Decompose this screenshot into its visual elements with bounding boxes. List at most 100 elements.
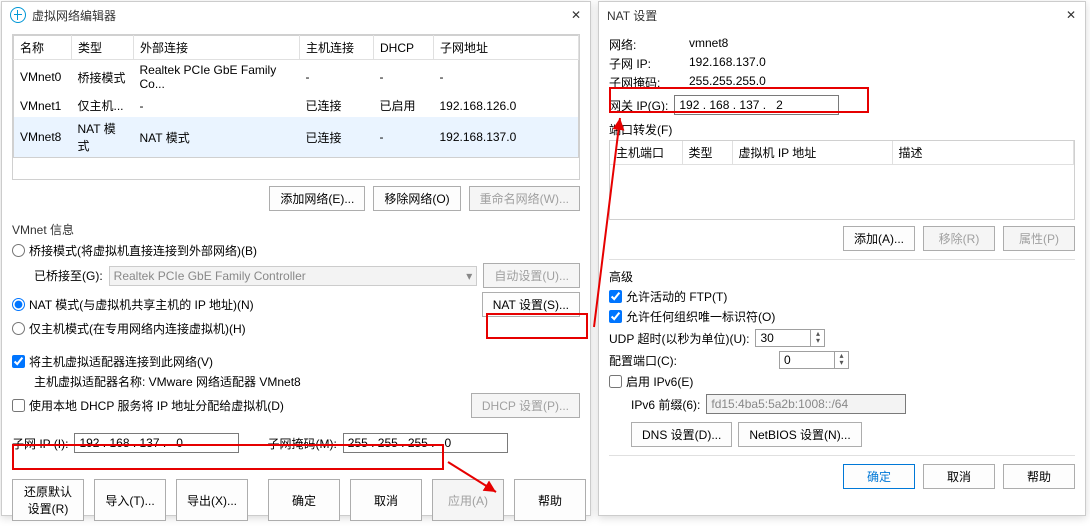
netbios-settings-button[interactable]: NetBIOS 设置(N)... <box>738 422 861 447</box>
host-adapter-checkbox[interactable] <box>12 355 25 368</box>
add-network-button[interactable]: 添加网络(E)... <box>269 186 365 211</box>
udp-timeout-spinner[interactable]: ▴▾ <box>755 329 825 347</box>
bridged-to-row: 已桥接至(G): Realtek PCIe GbE Family Control… <box>34 263 580 288</box>
dhcp-settings-button[interactable]: DHCP 设置(P)... <box>471 393 580 418</box>
table-row[interactable]: VMnet0 桥接模式 Realtek PCIe GbE Family Co..… <box>14 60 579 95</box>
ipv6-prefix-input[interactable] <box>706 394 906 414</box>
table-row[interactable]: VMnet8 NAT 模式 NAT 模式 已连接 - 192.168.137.0 <box>14 117 579 158</box>
nat-settings-button[interactable]: NAT 设置(S)... <box>482 292 580 317</box>
allow-oui-checkbox[interactable] <box>609 310 622 323</box>
config-port-spinner[interactable]: ▴▾ <box>779 351 849 369</box>
nat-radio-row: NAT 模式(与虚拟机共享主机的 IP 地址)(N) NAT 设置(S)... <box>12 292 580 317</box>
gateway-row: 网关 IP(G): <box>609 95 1075 115</box>
remove-network-button[interactable]: 移除网络(O) <box>373 186 460 211</box>
host-adapter-check-row: 将主机虚拟适配器连接到此网络(V) <box>12 353 580 370</box>
pf-col-vmip[interactable]: 虚拟机 IP 地址 <box>732 141 892 165</box>
network-buttons: 添加网络(E)... 移除网络(O) 重命名网络(W)... <box>12 186 580 211</box>
dhcp-checkbox[interactable] <box>12 399 25 412</box>
allow-oui-label: 允许任何组织唯一标识符(O) <box>626 308 775 325</box>
port-forward-table[interactable]: 主机端口 类型 虚拟机 IP 地址 描述 <box>610 141 1074 165</box>
bottom-buttons: 确定 取消 帮助 <box>609 464 1075 489</box>
spin-down-icon[interactable]: ▾ <box>811 337 824 344</box>
close-icon[interactable]: ✕ <box>570 9 582 21</box>
dialog-title: NAT 设置 <box>607 7 1065 24</box>
bridge-radio-row: 桥接模式(将虚拟机直接连接到外部网络)(B) <box>12 242 580 259</box>
titlebar: 虚拟网络编辑器 ✕ <box>2 2 590 28</box>
ok-button[interactable]: 确定 <box>843 464 915 489</box>
pf-col-desc[interactable]: 描述 <box>892 141 1074 165</box>
advanced-label: 高级 <box>609 268 1075 285</box>
gateway-label: 网关 IP(G): <box>609 97 668 114</box>
bridge-radio[interactable] <box>12 244 25 257</box>
ok-button[interactable]: 确定 <box>268 479 340 521</box>
pf-props-button[interactable]: 属性(P) <box>1003 226 1075 251</box>
titlebar: NAT 设置 ✕ <box>599 2 1085 28</box>
dialog-content: 名称 类型 外部连接 主机连接 DHCP 子网地址 VMnet0 桥接模式 Re… <box>2 28 590 531</box>
host-adapter-check-label: 将主机虚拟适配器连接到此网络(V) <box>29 353 213 370</box>
udp-timeout-label: UDP 超时(以秒为单位)(U): <box>609 330 749 347</box>
spin-down-icon[interactable]: ▾ <box>835 359 848 366</box>
enable-ipv6-row: 启用 IPv6(E) <box>609 373 1075 390</box>
dns-settings-button[interactable]: DNS 设置(D)... <box>631 422 732 447</box>
col-host[interactable]: 主机连接 <box>300 36 374 60</box>
enable-ipv6-label: 启用 IPv6(E) <box>626 373 693 390</box>
dhcp-check-row: 使用本地 DHCP 服务将 IP 地址分配给虚拟机(D) DHCP 设置(P).… <box>12 393 580 418</box>
cancel-button[interactable]: 取消 <box>350 479 422 521</box>
bottom-buttons: 还原默认设置(R) 导入(T)... 导出(X)... 确定 取消 应用(A) … <box>12 479 580 521</box>
export-button[interactable]: 导出(X)... <box>176 479 248 521</box>
subnet-ip-label: 子网 IP (I): <box>12 435 68 452</box>
help-button[interactable]: 帮助 <box>514 479 586 521</box>
vmnet-table[interactable]: 名称 类型 外部连接 主机连接 DHCP 子网地址 VMnet0 桥接模式 Re… <box>13 35 579 158</box>
subnet-mask-label: 子网掩码: <box>609 74 679 91</box>
import-button[interactable]: 导入(T)... <box>94 479 166 521</box>
port-forward-label: 端口转发(F) <box>609 121 1075 138</box>
subnet-mask-input[interactable] <box>343 433 508 453</box>
restore-defaults-button[interactable]: 还原默认设置(R) <box>12 479 84 521</box>
pf-add-button[interactable]: 添加(A)... <box>843 226 915 251</box>
cancel-button[interactable]: 取消 <box>923 464 995 489</box>
auto-settings-button[interactable]: 自动设置(U)... <box>483 263 580 288</box>
allow-oui-row: 允许任何组织唯一标识符(O) <box>609 308 1075 325</box>
subnet-ip-row: 子网 IP: 192.168.137.0 <box>609 55 1075 72</box>
config-port-input[interactable] <box>779 351 835 369</box>
help-button[interactable]: 帮助 <box>1003 464 1075 489</box>
nat-radio-label: NAT 模式(与虚拟机共享主机的 IP 地址)(N) <box>29 296 254 313</box>
apply-button[interactable]: 应用(A) <box>432 479 504 521</box>
subnet-ip-input[interactable] <box>74 433 239 453</box>
vmnet-table-wrap: 名称 类型 外部连接 主机连接 DHCP 子网地址 VMnet0 桥接模式 Re… <box>12 34 580 180</box>
subnet-ip-label: 子网 IP: <box>609 55 679 72</box>
gateway-input[interactable] <box>674 95 839 115</box>
allow-ftp-row: 允许活动的 FTP(T) <box>609 288 1075 305</box>
network-value: vmnet8 <box>689 36 728 53</box>
close-icon[interactable]: ✕ <box>1065 9 1077 21</box>
enable-ipv6-checkbox[interactable] <box>609 375 622 388</box>
network-label: 网络: <box>609 36 679 53</box>
table-row[interactable]: VMnet1 仅主机... - 已连接 已启用 192.168.126.0 <box>14 94 579 117</box>
rename-network-button[interactable]: 重命名网络(W)... <box>469 186 580 211</box>
host-adapter-name-row: 主机虚拟适配器名称: VMware 网络适配器 VMnet8 <box>34 373 580 390</box>
col-dhcp[interactable]: DHCP <box>374 36 434 60</box>
allow-ftp-checkbox[interactable] <box>609 290 622 303</box>
hostonly-radio[interactable] <box>12 322 25 335</box>
udp-timeout-input[interactable] <box>755 329 811 347</box>
port-forward-table-wrap: 主机端口 类型 虚拟机 IP 地址 描述 <box>609 140 1075 220</box>
hostonly-radio-row: 仅主机模式(在专用网络内连接虚拟机)(H) <box>12 320 580 337</box>
host-adapter-name-label: 主机虚拟适配器名称: <box>34 375 149 389</box>
bridged-to-select[interactable]: Realtek PCIe GbE Family Controller <box>109 266 478 286</box>
pf-buttons: 添加(A)... 移除(R) 属性(P) <box>609 226 1075 251</box>
col-ext[interactable]: 外部连接 <box>134 36 300 60</box>
col-subnet[interactable]: 子网地址 <box>434 36 579 60</box>
col-name[interactable]: 名称 <box>14 36 72 60</box>
pf-remove-button[interactable]: 移除(R) <box>923 226 995 251</box>
pf-col-type[interactable]: 类型 <box>682 141 732 165</box>
dialog-content: 网络: vmnet8 子网 IP: 192.168.137.0 子网掩码: 25… <box>599 28 1085 499</box>
nat-radio[interactable] <box>12 298 25 311</box>
dns-netbios-row: DNS 设置(D)... NetBIOS 设置(N)... <box>631 422 1075 447</box>
globe-icon <box>10 7 26 23</box>
col-type[interactable]: 类型 <box>72 36 134 60</box>
ipv6-prefix-label: IPv6 前缀(6): <box>631 396 700 413</box>
subnet-ip-value: 192.168.137.0 <box>689 55 766 72</box>
vmnet-info-label: VMnet 信息 <box>12 221 580 238</box>
pf-col-hostport[interactable]: 主机端口 <box>610 141 682 165</box>
virtual-network-editor-dialog: 虚拟网络编辑器 ✕ 名称 类型 外部连接 主机连接 DHCP 子网地址 VMne… <box>1 1 591 516</box>
